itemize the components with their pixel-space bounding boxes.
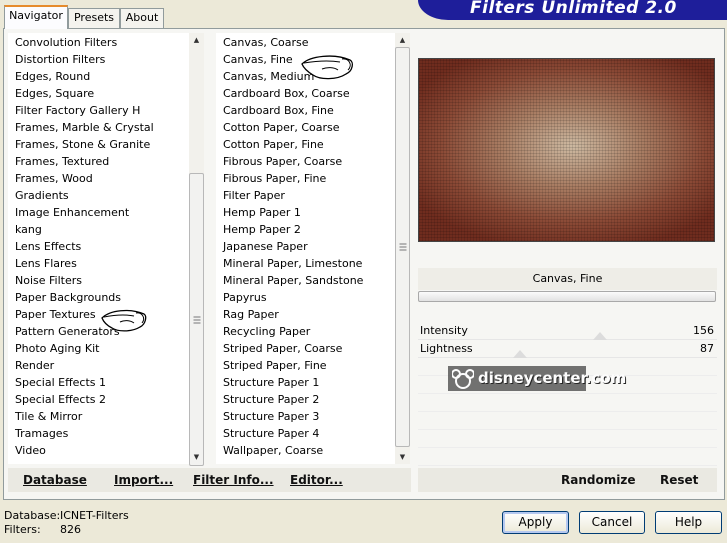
list-item[interactable]: Frames, Textured [15,153,109,170]
list-item[interactable]: Cotton Paper, Coarse [223,119,340,136]
import-button[interactable]: Import... [114,473,173,487]
list-item[interactable]: Tramages [15,425,68,442]
list-item[interactable]: Photo Aging Kit [15,340,99,357]
list-item[interactable]: Cardboard Box, Coarse [223,85,350,102]
reset-button[interactable]: Reset [660,473,698,487]
list-item[interactable]: Tile & Mirror [15,408,82,425]
right-action-bar: Randomize Reset [418,468,717,492]
list-item[interactable]: Papyrus [223,289,267,306]
watermark-text: disneycenter.com [478,369,627,387]
hand-pointer-icon [101,309,147,332]
list-item[interactable]: Paper Textures [15,306,96,323]
list-item[interactable]: Wallpaper, Coarse [223,442,323,459]
slider-label: Lightness [420,342,473,355]
filter-name-label: Canvas, Fine [418,268,717,290]
filter-info-button[interactable]: Filter Info... [193,473,274,487]
list-item[interactable]: Cardboard Box, Fine [223,102,334,119]
list-item[interactable]: Structure Paper 1 [223,374,319,391]
slider-marker[interactable] [593,332,608,340]
apply-button[interactable]: Apply [502,511,569,534]
category-scroll-thumb[interactable] [189,173,204,466]
tab-about[interactable]: About [120,8,164,28]
slider-value: 87 [700,342,714,355]
list-item[interactable]: Structure Paper 4 [223,425,319,442]
list-item[interactable]: Structure Paper 2 [223,391,319,408]
filter-scroll-thumb[interactable] [395,47,410,447]
slider-label: Intensity [420,324,468,337]
list-item[interactable]: Video [15,442,46,459]
list-item[interactable]: Frames, Stone & Granite [15,136,150,153]
list-item[interactable]: kang [15,221,42,238]
cancel-button[interactable]: Cancel [579,511,645,534]
list-item[interactable]: Striped Paper, Fine [223,357,327,374]
arrow-up-icon[interactable]: ▲ [395,33,410,47]
filters-count: 826 [60,523,81,536]
slider-marker[interactable] [512,350,527,358]
list-item[interactable]: Frames, Marble & Crystal [15,119,154,136]
filter-preview [418,58,715,242]
list-item[interactable]: Recycling Paper [223,323,310,340]
list-item[interactable]: Render [15,357,54,374]
empty-slider-row [418,394,717,412]
list-item[interactable]: Canvas, Coarse [223,34,309,51]
list-item[interactable]: Mineral Paper, Limestone [223,255,362,272]
arrow-up-icon[interactable]: ▲ [189,33,204,47]
list-item[interactable]: Convolution Filters [15,34,117,51]
database-label: Database: [4,509,61,522]
empty-slider-row [418,430,717,448]
list-item[interactable]: Canvas, Fine [223,51,293,68]
banner-title: Filters Unlimited 2.0 [470,0,677,18]
list-item[interactable]: Rag Paper [223,306,279,323]
list-item[interactable]: Hemp Paper 2 [223,221,301,238]
filters-label: Filters: [4,523,41,536]
list-item[interactable]: Special Effects 1 [15,374,106,391]
tab-presets[interactable]: Presets [68,8,120,28]
list-item[interactable]: Image Enhancement [15,204,129,221]
grip-icon [399,243,406,251]
list-item[interactable]: Mineral Paper, Sandstone [223,272,363,289]
category-scrollbar[interactable]: ▲ ▼ [189,33,204,466]
category-list[interactable]: Convolution Filters Distortion Filters Edg… [8,33,189,464]
arrow-down-icon[interactable]: ▼ [189,450,204,464]
list-item[interactable]: Edges, Square [15,85,94,102]
list-item[interactable]: Structure Paper 3 [223,408,319,425]
empty-slider-row [418,448,717,466]
list-item[interactable]: Fibrous Paper, Fine [223,170,326,187]
database-value: ICNET-Filters [60,509,129,522]
list-item[interactable]: Lens Effects [15,238,81,255]
help-button[interactable]: Help [655,511,722,534]
list-item[interactable]: Lens Flares [15,255,77,272]
title-banner: Filters Unlimited 2.0 [418,0,727,20]
slider-intensity[interactable]: Intensity 156 [418,322,717,340]
left-action-bar: Database Import... Filter Info... Editor… [8,468,411,492]
randomize-button[interactable]: Randomize [561,473,635,487]
list-item[interactable]: Striped Paper, Coarse [223,340,342,357]
list-item[interactable]: Japanese Paper [223,238,308,255]
list-item[interactable]: Special Effects 2 [15,391,106,408]
empty-slider-row [418,412,717,430]
list-item[interactable]: Fibrous Paper, Coarse [223,153,342,170]
list-item[interactable]: Hemp Paper 1 [223,204,301,221]
filter-list[interactable]: Canvas, Coarse Canvas, Fine Canvas, Medium… [216,33,395,464]
grip-icon [193,316,200,323]
list-item[interactable]: Distortion Filters [15,51,105,68]
arrow-down-icon[interactable]: ▼ [395,450,410,464]
list-item[interactable]: Cotton Paper, Fine [223,136,324,153]
list-item[interactable]: Frames, Wood [15,170,93,187]
list-item[interactable]: Gradients [15,187,69,204]
tab-navigator[interactable]: Navigator [4,5,68,29]
list-item[interactable]: Edges, Round [15,68,90,85]
list-item[interactable]: Filter Factory Gallery H [15,102,140,119]
hand-pointer-icon [301,55,353,80]
slider-lightness[interactable]: Lightness 87 [418,340,717,358]
watermark: disneycenter.com [448,366,626,391]
preview-scrollbar[interactable] [418,291,716,302]
slider-value: 156 [693,324,714,337]
list-item[interactable]: Filter Paper [223,187,285,204]
list-item[interactable]: Noise Filters [15,272,82,289]
mouse-ears-icon [452,369,474,389]
filter-scrollbar[interactable]: ▲ ▼ [395,33,410,464]
database-button[interactable]: Database [23,473,87,487]
editor-button[interactable]: Editor... [290,473,343,487]
